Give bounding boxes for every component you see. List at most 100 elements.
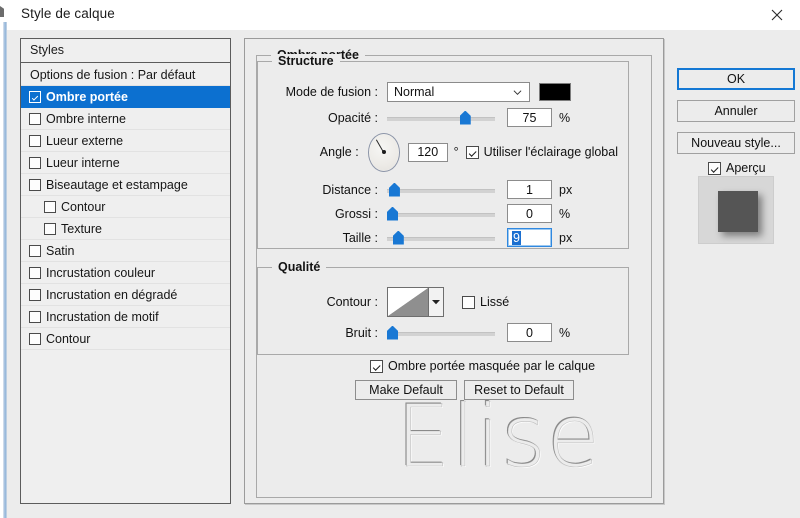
knockout-checkbox-box	[370, 359, 383, 373]
angle-dial[interactable]	[367, 132, 400, 172]
spread-value: 0	[526, 206, 533, 221]
style-list-item-checkbox[interactable]	[29, 112, 41, 125]
contour-dropdown-button[interactable]	[429, 287, 444, 317]
cancel-button[interactable]: Annuler	[677, 100, 795, 122]
anti-alias-checkbox-box	[462, 295, 475, 309]
style-list-item[interactable]: Incrustation couleur	[21, 262, 230, 284]
blend-mode-select[interactable]: Normal	[387, 82, 530, 102]
new-style-button[interactable]: Nouveau style...	[677, 132, 795, 154]
opacity-slider-thumb[interactable]	[459, 110, 471, 125]
contour-curve-graphic	[388, 288, 428, 316]
distance-slider[interactable]	[387, 182, 495, 197]
size-slider-thumb[interactable]	[392, 230, 404, 245]
size-label: Taille :	[342, 230, 378, 245]
style-list-item-label: Incrustation en dégradé	[46, 287, 178, 302]
style-list-item-checkbox[interactable]	[29, 288, 41, 301]
spread-slider-thumb[interactable]	[387, 206, 398, 221]
spread-slider-track	[387, 212, 495, 217]
style-list-item[interactable]: Lueur externe	[21, 130, 230, 152]
style-list-item-checkbox[interactable]	[29, 310, 41, 323]
style-list-item-label: Lueur externe	[46, 133, 124, 148]
noise-input[interactable]: 0	[507, 323, 552, 342]
preview-checkbox[interactable]: Aperçu	[708, 161, 766, 175]
style-list-item[interactable]: Satin	[21, 240, 230, 262]
styles-panel: Styles Options de fusion : Par défaut Omb…	[20, 38, 231, 504]
style-list-item[interactable]: Lueur interne	[21, 152, 230, 174]
style-list-item-checkbox[interactable]	[29, 244, 41, 257]
close-icon[interactable]	[754, 0, 800, 30]
style-list-item-label: Options de fusion : Par défaut	[30, 67, 196, 82]
global-light-label: Utiliser l'éclairage global	[483, 145, 618, 159]
shadow-color-swatch[interactable]	[539, 83, 571, 101]
ok-button[interactable]: OK	[677, 68, 795, 90]
quality-group-title: Qualité	[272, 260, 327, 274]
make-default-button[interactable]: Make Default	[355, 380, 457, 400]
spread-unit: %	[559, 206, 571, 221]
preview-checkbox-box	[708, 161, 721, 175]
anti-alias-label: Lissé	[480, 295, 510, 309]
style-list-item-label: Contour	[46, 331, 91, 346]
style-list-item-label: Incrustation de motif	[46, 309, 159, 324]
distance-row: Distance : 1 px	[272, 180, 618, 199]
angle-row: Angle : 120 ° Utiliser l'éclairage globa…	[272, 132, 618, 172]
style-list-item-label: Texture	[61, 221, 102, 236]
angle-input[interactable]: 120	[407, 142, 448, 162]
style-list-item[interactable]: Biseautage et estampage	[21, 174, 230, 196]
noise-slider-thumb[interactable]	[387, 325, 398, 340]
style-list-item[interactable]: Incrustation de motif	[21, 306, 230, 328]
dialog-body: Styles Options de fusion : Par défaut Omb…	[7, 30, 800, 518]
spread-input[interactable]: 0	[507, 204, 552, 223]
style-list-item[interactable]: Ombre portée	[21, 86, 230, 108]
contour-preview[interactable]	[387, 287, 429, 317]
structure-group: Structure Mode de fusion : Normal Opacit…	[257, 54, 629, 249]
blend-mode-row: Mode de fusion : Normal	[272, 82, 618, 102]
noise-slider[interactable]	[387, 325, 495, 340]
reset-to-default-button[interactable]: Reset to Default	[464, 380, 574, 400]
spread-slider[interactable]	[387, 206, 495, 221]
distance-slider-track	[387, 188, 495, 193]
anti-alias-checkbox[interactable]: Lissé	[462, 295, 509, 309]
style-list-item-label: Incrustation couleur	[46, 265, 156, 280]
global-light-checkbox[interactable]: Utiliser l'éclairage global	[465, 145, 618, 159]
style-list-item[interactable]: Contour	[21, 328, 230, 350]
layer-style-dialog: Style de calque Styles Options de fusion…	[7, 0, 800, 518]
style-list-item[interactable]: Options de fusion : Par défaut	[21, 64, 230, 86]
size-unit: px	[559, 230, 573, 245]
style-list-item-checkbox[interactable]	[29, 134, 41, 147]
knockout-checkbox[interactable]: Ombre portée masquée par le calque	[370, 359, 595, 373]
size-row: Taille : 9 px	[272, 228, 618, 247]
styles-list[interactable]: Options de fusion : Par défaut Ombre port…	[21, 64, 230, 503]
noise-row: Bruit : 0 %	[272, 323, 618, 342]
style-list-item-label: Lueur interne	[46, 155, 120, 170]
style-list-item[interactable]: Contour	[21, 196, 230, 218]
distance-value: 1	[526, 182, 533, 197]
chevron-down-icon	[432, 300, 440, 305]
style-list-item-label: Ombre portée	[46, 89, 128, 104]
contour-label: Contour :	[326, 295, 378, 309]
size-input[interactable]: 9	[507, 228, 552, 247]
opacity-value: 75	[522, 110, 537, 125]
knockout-label: Ombre portée masquée par le calque	[388, 359, 596, 373]
style-list-item-checkbox[interactable]	[44, 200, 56, 213]
distance-slider-thumb[interactable]	[388, 182, 400, 197]
opacity-unit: %	[559, 110, 571, 125]
opacity-slider[interactable]	[387, 110, 495, 125]
style-list-item[interactable]: Ombre interne	[21, 108, 230, 130]
size-slider[interactable]	[387, 230, 495, 245]
style-list-item-checkbox[interactable]	[44, 222, 56, 235]
distance-input[interactable]: 1	[507, 180, 552, 199]
style-list-item-checkbox[interactable]	[29, 332, 41, 345]
preview-label: Aperçu	[726, 161, 766, 175]
opacity-input[interactable]: 75	[507, 108, 552, 127]
style-list-item-checkbox[interactable]	[29, 178, 41, 191]
style-list-item-checkbox[interactable]	[29, 90, 41, 103]
style-list-item[interactable]: Texture	[21, 218, 230, 240]
style-list-item-checkbox[interactable]	[29, 266, 41, 279]
style-preview	[698, 176, 774, 244]
opacity-slider-track	[387, 116, 495, 121]
contour-row: Contour : Lissé	[272, 286, 618, 318]
style-list-item[interactable]: Incrustation en dégradé	[21, 284, 230, 306]
angle-dial-hub	[381, 150, 386, 154]
style-list-item-checkbox[interactable]	[29, 156, 41, 169]
style-list-item-label: Biseautage et estampage	[46, 177, 188, 192]
